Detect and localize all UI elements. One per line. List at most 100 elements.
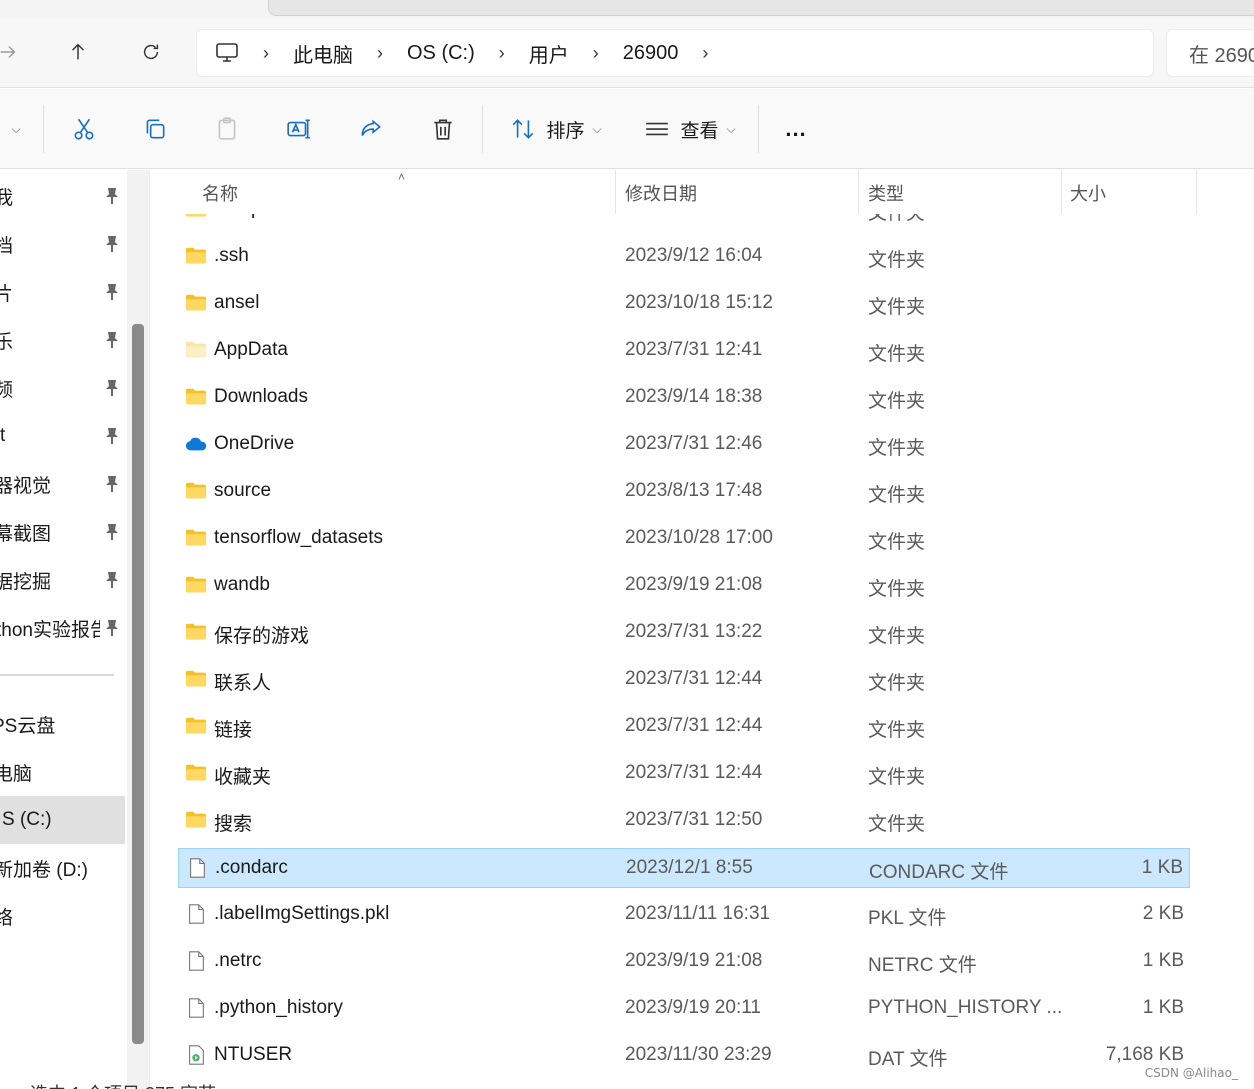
sidebar-item-label: 据挖掘 [0,571,52,593]
up-button[interactable] [60,34,96,70]
address-bar[interactable]: › 此电脑 › OS (C:) › 用户 › 26900 › [196,29,1154,77]
sidebar-item-pictures[interactable]: 片 [0,268,125,316]
sidebar-item-data-mining[interactable]: 据挖掘 [0,556,125,604]
sidebar-item-label: 络 [0,907,14,929]
file-row[interactable]: source 2023/8/13 17:48 文件夹 [178,472,1190,512]
sidebar-item-music[interactable]: 乐 [0,316,125,364]
chevron-right-icon[interactable]: › [377,43,383,64]
sidebar-item-t[interactable]: t [0,412,125,460]
file-type: 文件夹 [868,626,926,647]
column-header-name[interactable]: 名称 [202,180,238,206]
file-row[interactable]: .condarc 2023/12/1 8:55 CONDARC 文件 1 KB [178,848,1190,888]
file-type: 文件夹 [868,391,926,412]
copy-button[interactable] [135,109,175,149]
file-row[interactable]: .ssh 2023/9/12 16:04 文件夹 [178,237,1190,277]
sidebar-item-label: 我 [0,187,14,209]
search-input[interactable]: 在 2690 [1166,29,1254,77]
share-icon [361,119,381,136]
pin-icon [106,284,118,300]
sidebar-item-computer-vision[interactable]: 器视觉 [0,460,125,508]
column-resize-handle[interactable] [858,170,859,214]
folder-icon [185,527,207,549]
column-header-date[interactable]: 修改日期 [625,180,697,206]
sidebar-divider [0,674,114,676]
navigation-bar: › 此电脑 › OS (C:) › 用户 › 26900 › 在 2690 [0,18,1254,88]
breadcrumb-this-pc[interactable]: 此电脑 [293,39,353,68]
sidebar-item-videos[interactable]: 频 [0,364,125,412]
file-row[interactable]: ansel 2023/10/18 15:12 文件夹 [178,284,1190,324]
sidebar-item-pinned[interactable]: 我 [0,172,125,220]
breadcrumb-users[interactable]: 用户 [529,39,569,68]
file-row[interactable]: 保存的游戏 2023/7/31 13:22 文件夹 [178,613,1190,653]
column-resize-handle[interactable] [1061,170,1062,214]
breadcrumb-user-folder[interactable]: 26900 [623,42,679,65]
scissors-icon [74,118,94,140]
file-row[interactable]: .netrc 2023/9/19 21:08 NETRC 文件 1 KB [178,942,1190,982]
refresh-button[interactable] [133,34,169,70]
column-resize-handle[interactable] [1196,170,1197,214]
file-row[interactable]: wandb 2023/9/19 21:08 文件夹 [178,566,1190,606]
file-row[interactable]: NTUSER 2023/11/30 23:29 DAT 文件 7,168 KB [178,1036,1190,1076]
more-options-button[interactable]: ... [776,109,816,149]
file-row[interactable]: tensorflow_datasets 2023/10/28 17:00 文件夹 [178,519,1190,559]
file-name: 链接 [214,720,253,741]
column-header-size[interactable]: 大小 [1070,180,1106,206]
file-date-modified: 2023/9/19 20:11 [625,997,761,1018]
watermark: CSDN @Alihao_ [1144,1066,1238,1080]
view-button[interactable]: 查看 ⌵ [640,109,740,149]
folder-icon [185,809,207,831]
file-row[interactable]: 收藏夹 2023/7/31 12:44 文件夹 [178,754,1190,794]
file-row[interactable]: OneDrive 2023/7/31 12:46 文件夹 [178,425,1190,465]
window-tab[interactable] [268,0,1254,16]
file-date-modified: 2023/7/31 12:44 [625,715,763,736]
chevron-right-icon[interactable]: › [499,43,505,64]
new-dropdown-button[interactable]: ⌵ [2,109,22,149]
rename-button[interactable] [279,109,319,149]
delete-button[interactable] [423,109,463,149]
sidebar-item-os-c[interactable]: S (C:) [0,796,125,844]
file-row[interactable]: .python_history 2023/9/19 20:11 PYTHON_HIS… [178,989,1190,1029]
file-row[interactable]: 搜索 2023/7/31 12:50 文件夹 [178,801,1190,841]
sidebar-item-label: t [0,425,6,446]
sidebar-item-python-report[interactable]: thon实验报告 [0,604,125,652]
sidebar-item-network[interactable]: 络 [0,892,125,940]
forward-button[interactable] [0,34,26,70]
sidebar-item-wps-cloud[interactable]: PS云盘 [0,700,125,748]
file-name: tensorflow_datasets [214,527,383,548]
sort-button[interactable]: 排序 ⌵ [506,109,606,149]
pin-icon [106,524,118,540]
paste-button[interactable] [207,109,247,149]
column-header-type[interactable]: 类型 [868,180,904,206]
folder-icon [185,386,207,408]
file-row[interactable]: 联系人 2023/7/31 12:44 文件夹 [178,660,1190,700]
file-row[interactable]: 链接 2023/7/31 12:44 文件夹 [178,707,1190,747]
chevron-right-icon[interactable]: › [593,43,599,64]
breadcrumb-os-c[interactable]: OS (C:) [407,42,475,65]
file-date-modified: 2023/10/18 15:12 [625,292,773,313]
refresh-icon [143,44,159,60]
chevron-right-icon[interactable]: › [263,43,269,64]
folder-icon [185,245,207,267]
file-row[interactable]: AppData 2023/7/31 12:41 文件夹 [178,331,1190,371]
file-name: ansel [214,292,260,313]
file-icon [185,997,207,1019]
sidebar-item-new-volume-d[interactable]: 新加卷 (D:) [0,844,125,892]
pin-icon [106,188,118,204]
sidebar-item-screenshots[interactable]: 幕截图 [0,508,125,556]
sidebar-item-documents[interactable]: 档 [0,220,125,268]
sidebar-scrollbar-thumb[interactable] [132,324,144,1044]
sidebar-item-this-pc[interactable]: 电脑 [0,748,125,796]
column-resize-handle[interactable] [615,170,616,214]
folder-icon [185,480,207,502]
folder-icon [185,762,207,784]
file-row[interactable]: .labelImgSettings.pkl 2023/11/11 16:31 PKL… [178,895,1190,935]
cut-button[interactable] [64,109,104,149]
sidebar-item-label: 幕截图 [0,523,52,545]
file-type: 文件夹 [868,438,926,459]
sidebar-item-label: 乐 [0,331,14,353]
file-name: source [214,480,272,501]
share-button[interactable] [351,109,391,149]
file-row[interactable]: Downloads 2023/9/14 18:38 文件夹 [178,378,1190,418]
chevron-right-icon[interactable]: › [702,43,708,64]
file-list: .matplotlib2023/8/11 10:31文件夹.ssh2023/9/… [152,170,1254,1089]
